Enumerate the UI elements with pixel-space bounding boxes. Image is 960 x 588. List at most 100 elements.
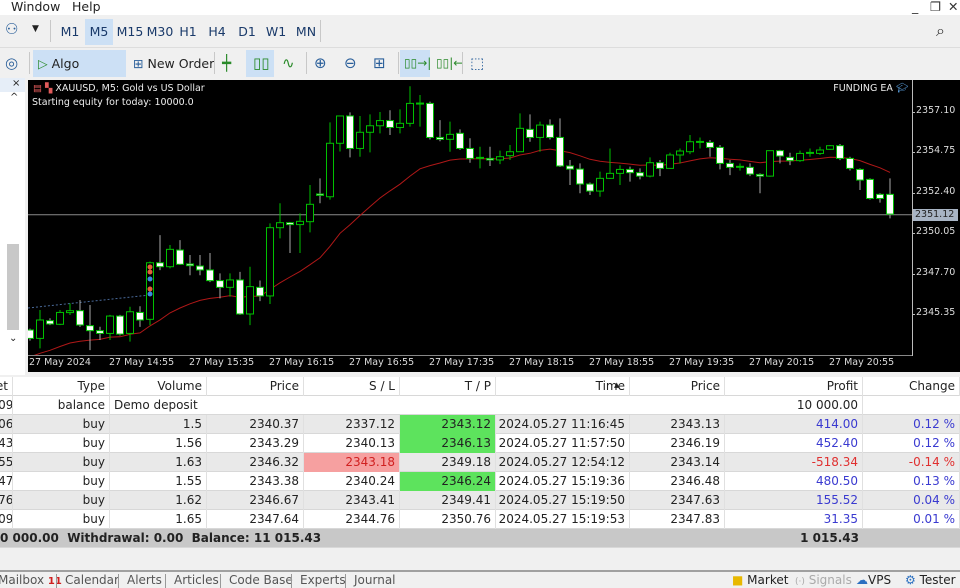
- tester-button[interactable]: ⚙ Tester: [905, 573, 956, 587]
- algo-trading-button[interactable]: ▷ Algo Trading: [33, 50, 126, 98]
- candle-body: [126, 311, 134, 334]
- column-header[interactable]: Time: [496, 377, 630, 396]
- restore-icon[interactable]: ❐: [930, 0, 941, 14]
- candle: [576, 163, 584, 194]
- scrollbar-thumb[interactable]: [7, 244, 19, 330]
- screenshot-icon[interactable]: ⬚: [470, 50, 484, 77]
- volume: 1.63: [110, 453, 207, 472]
- column-header[interactable]: Profit: [725, 377, 863, 396]
- close-icon[interactable]: ×: [12, 78, 20, 89]
- candle-body: [376, 120, 384, 127]
- search-icon[interactable]: ⌕: [936, 21, 945, 41]
- table-row[interactable]: 62448439 buy1.562343.292340.132346.132024…: [0, 434, 960, 453]
- candle: [746, 163, 754, 177]
- close-icon[interactable]: ✕: [948, 0, 958, 14]
- bar-chart-icon[interactable]: ┿: [222, 50, 231, 77]
- tab-calendar[interactable]: Calendar: [65, 573, 119, 587]
- chart-shift-icon[interactable]: ▯▯|←: [436, 50, 463, 77]
- column-header[interactable]: Type: [53, 377, 110, 396]
- candle-body: [356, 131, 364, 149]
- candle: [56, 310, 64, 326]
- candle-body: [506, 151, 514, 157]
- new-order-button[interactable]: ⊞ New Order: [133, 50, 215, 77]
- signal-add-icon[interactable]: ◎: [5, 50, 18, 77]
- ea-label[interactable]: FUNDING EA 🎓︎: [833, 83, 908, 94]
- chevron-down-icon[interactable]: ▼: [32, 24, 39, 34]
- price-chart[interactable]: ▤ ▚ XAUUSD, M5: Gold vs US Dollar Starti…: [28, 80, 912, 355]
- signals-button[interactable]: (·) Signals: [795, 573, 852, 587]
- tab-code-base[interactable]: Code Base: [229, 573, 293, 587]
- tf-m30[interactable]: M30: [144, 19, 176, 45]
- candle: [866, 178, 874, 200]
- candle: [256, 280, 264, 302]
- column-header[interactable]: Change: [863, 377, 960, 396]
- column-header[interactable]: T / P: [400, 377, 496, 396]
- tab-alerts[interactable]: Alerts: [127, 573, 162, 587]
- type: buy: [53, 510, 110, 529]
- candle: [226, 273, 234, 297]
- ticket: 00778099: [0, 396, 13, 415]
- vps-button[interactable]: ☁VPS: [856, 573, 891, 587]
- column-header[interactable]: S / L: [304, 377, 400, 396]
- time-tick-label: 27 May 14:55: [109, 357, 175, 368]
- candlestick-icon[interactable]: ▯▯: [253, 50, 270, 77]
- time-axis: 27 May 2024 27 May 14:55 27 May 15:35 27 Ma…: [28, 355, 912, 372]
- scroll-down-icon[interactable]: ⌄: [9, 333, 17, 344]
- tab-articles[interactable]: Articles: [174, 573, 219, 587]
- close-price: 2347.83: [630, 510, 725, 529]
- price-tick-label: 2345.35: [916, 306, 956, 318]
- table-row[interactable]: 62477551 buy1.632346.322343.182349.182024…: [0, 453, 960, 472]
- candle: [296, 213, 304, 253]
- candle-body: [166, 248, 174, 268]
- tf-w1[interactable]: W1: [262, 19, 290, 45]
- tf-m5[interactable]: M5: [85, 19, 113, 45]
- column-header[interactable]: Volume: [110, 377, 207, 396]
- close-price: 2347.63: [630, 491, 725, 510]
- shapes-icon[interactable]: ⚇: [5, 20, 18, 38]
- tab-journal[interactable]: Journal: [354, 573, 396, 587]
- table-row[interactable]: 62615094 buy1.652347.642344.762350.762024…: [0, 510, 960, 529]
- tf-d1[interactable]: D1: [233, 19, 261, 45]
- grid-icon[interactable]: ⊞: [373, 50, 386, 77]
- menu-help[interactable]: Help: [72, 0, 101, 14]
- tf-mn[interactable]: MN: [292, 19, 320, 45]
- tf-m15[interactable]: M15: [114, 19, 146, 45]
- volume: 1.5: [110, 415, 207, 434]
- menu-window[interactable]: Window: [11, 0, 60, 14]
- line-chart-icon[interactable]: ∿: [282, 50, 295, 77]
- scroll-up-icon[interactable]: ^: [10, 92, 18, 103]
- column-header[interactable]: Price: [630, 377, 725, 396]
- tf-h1[interactable]: H1: [174, 19, 202, 45]
- autoscroll-icon[interactable]: ▯▯→|: [404, 50, 431, 77]
- table-row[interactable]: 62613762 buy1.622346.672343.412349.412024…: [0, 491, 960, 510]
- zoom-out-icon[interactable]: ⊖: [344, 50, 357, 77]
- candle-body: [406, 102, 414, 124]
- candle-body: [766, 150, 774, 177]
- minimize-icon[interactable]: _: [912, 0, 918, 14]
- ticket: 62615094: [0, 510, 13, 529]
- zoom-in-icon[interactable]: ⊕: [314, 50, 327, 77]
- candle: [456, 129, 464, 150]
- candle-body: [236, 279, 244, 315]
- column-header[interactable]: Price: [207, 377, 304, 396]
- table-row[interactable]: 62515474 buy1.552343.382340.242346.242024…: [0, 472, 960, 491]
- candle-body: [286, 222, 294, 226]
- candle: [696, 137, 704, 149]
- balance-row[interactable]: 00778099 balance Demo deposit 10 000.00: [0, 396, 960, 415]
- take-profit: 2346.24: [400, 472, 496, 491]
- tf-h4[interactable]: H4: [203, 19, 231, 45]
- candle-body: [886, 193, 894, 215]
- tab-mailbox[interactable]: Mailbox 11: [0, 573, 62, 587]
- market-button[interactable]: ■ Market: [732, 573, 788, 587]
- time-tick-label: 27 May 17:35: [429, 357, 495, 368]
- candle-body: [606, 172, 614, 179]
- candle: [276, 203, 284, 239]
- column-header[interactable]: Ticket: [0, 377, 13, 396]
- tf-m1[interactable]: M1: [56, 19, 84, 45]
- cloud-icon: ☁: [856, 573, 868, 587]
- profit: 480.50: [725, 472, 863, 491]
- table-row[interactable]: 62415060 buy1.52340.372337.122343.122024.…: [0, 415, 960, 434]
- profit: 31.35: [725, 510, 863, 529]
- tab-experts[interactable]: Experts: [300, 573, 346, 587]
- candle-body: [76, 310, 84, 326]
